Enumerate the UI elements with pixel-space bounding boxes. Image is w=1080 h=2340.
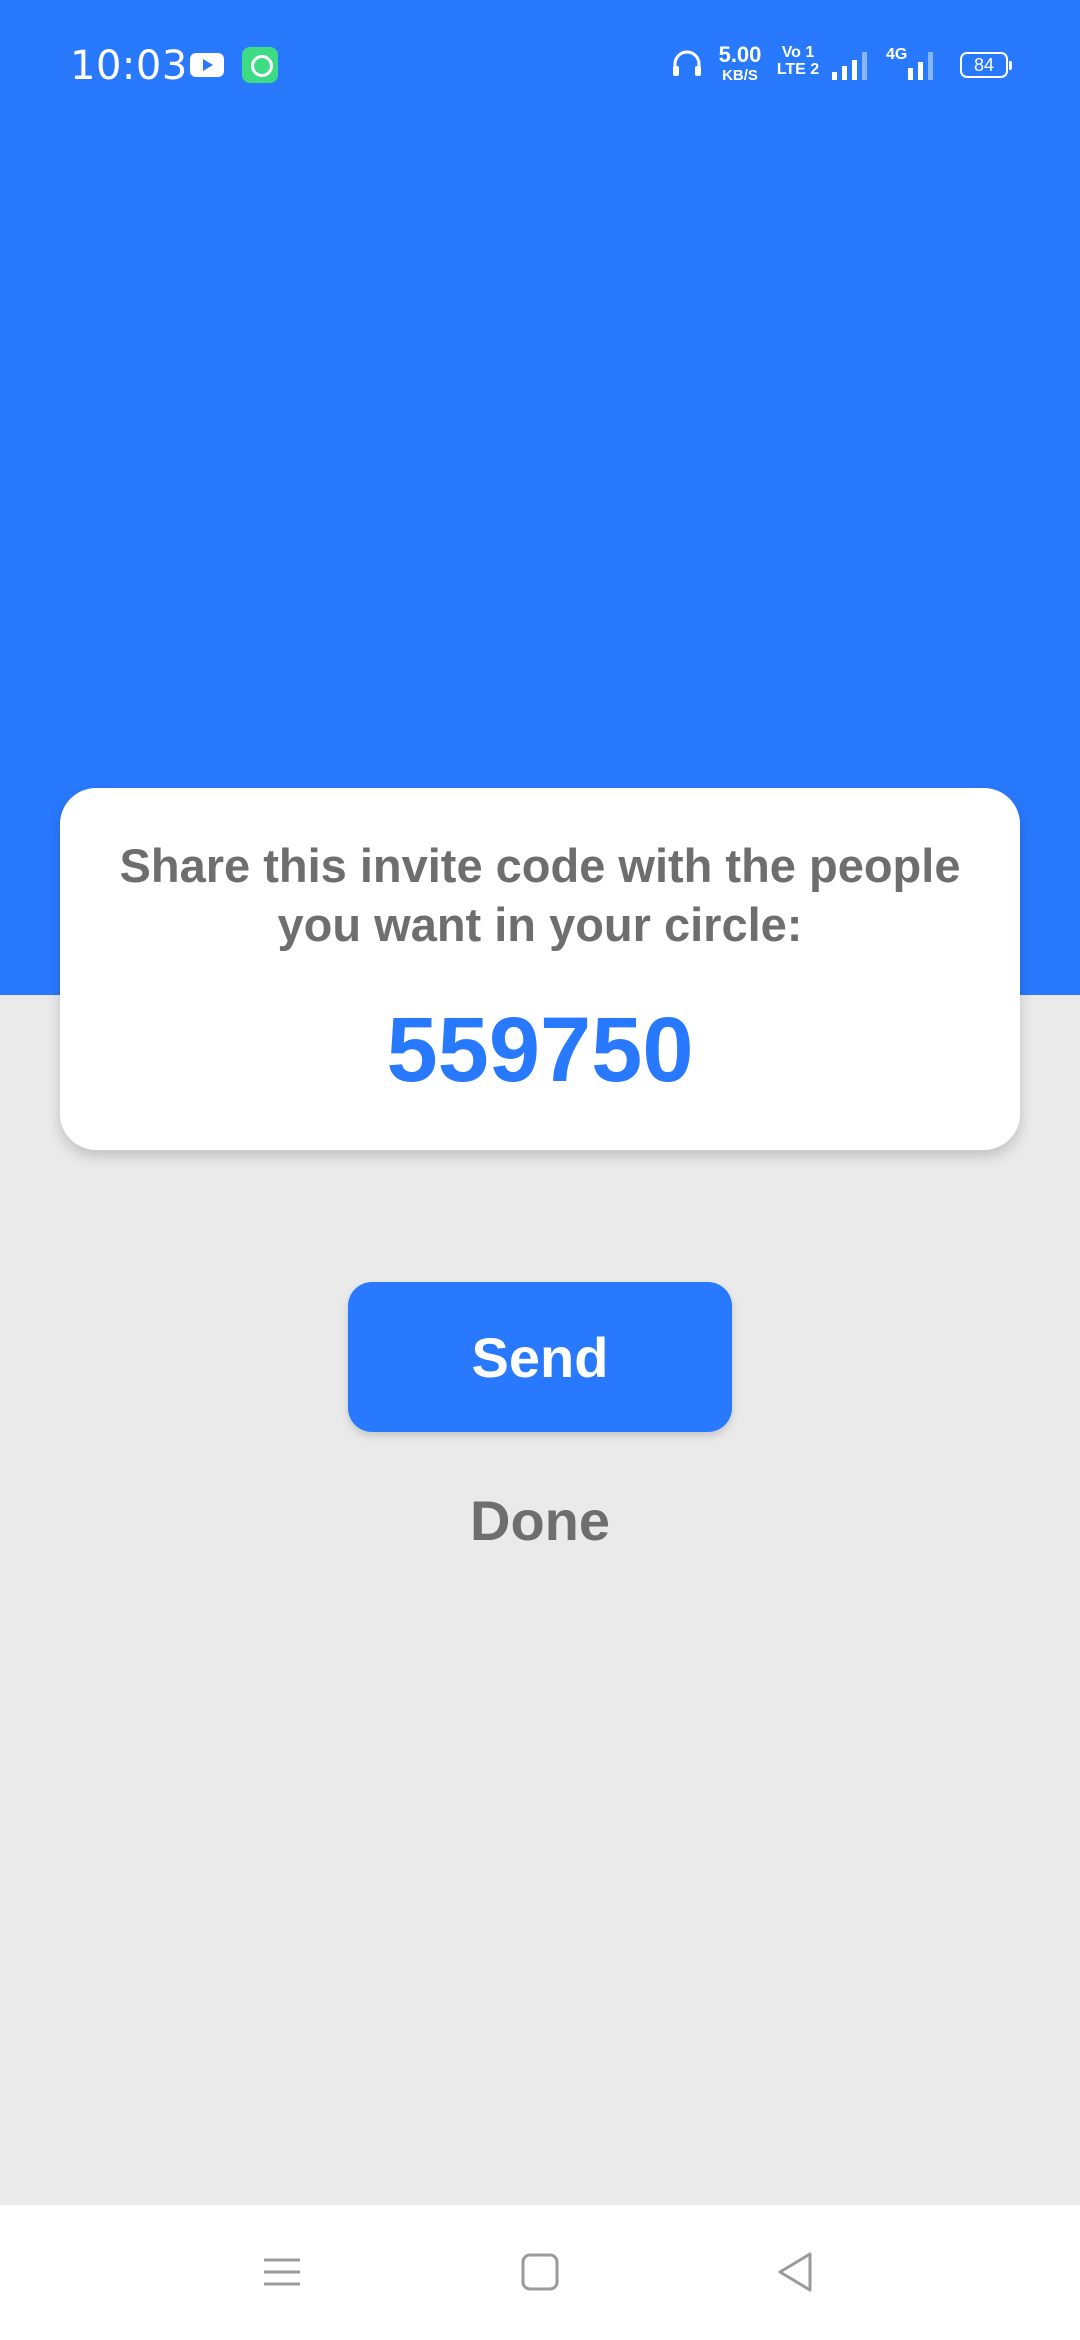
home-icon[interactable] xyxy=(510,2242,570,2302)
volte-indicator: Vo 1 LTE 2 xyxy=(774,44,822,79)
network-speed-unit: KB/S xyxy=(722,67,758,84)
status-bar: 10:03 5.00 KB/S Vo 1 LTE 2 4G 84 xyxy=(0,0,1080,132)
send-button[interactable]: Send xyxy=(348,1282,732,1432)
back-icon[interactable] xyxy=(766,2242,826,2302)
signal-strength-icon xyxy=(832,52,867,80)
menu-icon[interactable] xyxy=(252,2242,312,2302)
done-button[interactable]: Done xyxy=(390,1480,690,1560)
invite-card: Share this invite code with the people y… xyxy=(60,788,1020,1150)
notification-app-icon xyxy=(242,47,278,83)
navigation-bar xyxy=(0,2205,1080,2340)
youtube-icon xyxy=(190,53,224,77)
signal-strength-4g-icon xyxy=(908,52,933,80)
volte-top: Vo 1 xyxy=(781,44,815,61)
volte-bottom: LTE 2 xyxy=(776,60,820,78)
status-time: 10:03 xyxy=(70,43,188,89)
network-speed: 5.00 KB/S xyxy=(714,42,766,84)
invite-code: 559750 xyxy=(386,999,694,1101)
network-speed-value: 5.00 xyxy=(718,42,762,67)
headset-icon xyxy=(673,50,701,76)
invite-message: Share this invite code with the people y… xyxy=(119,839,961,951)
battery-icon: 84 xyxy=(960,52,1012,78)
invite-screen: 10:03 5.00 KB/S Vo 1 LTE 2 4G 84 Share t… xyxy=(0,0,1080,2340)
content-background xyxy=(0,995,1080,2205)
